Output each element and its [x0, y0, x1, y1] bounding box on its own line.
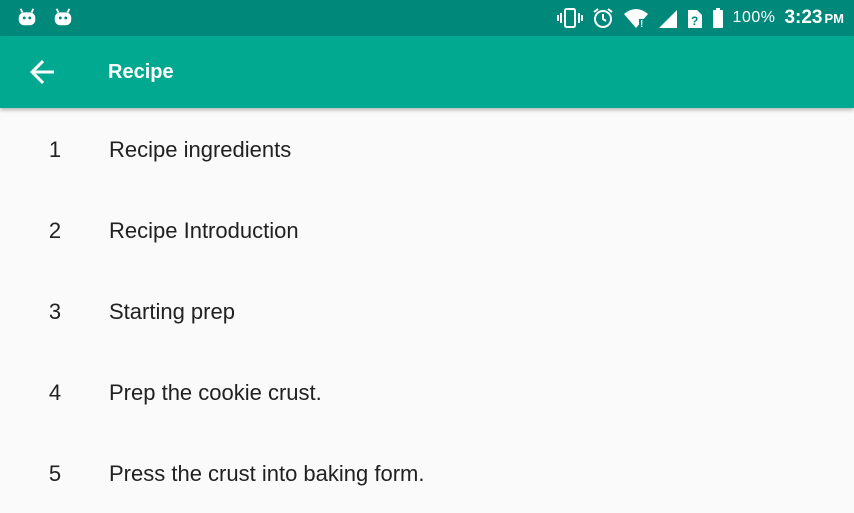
page-title: Recipe	[108, 61, 174, 83]
clock: 3:23 PM	[784, 7, 844, 29]
step-number: 2	[48, 218, 62, 243]
steps-list: 1 Recipe ingredients 2 Recipe Introducti…	[0, 108, 854, 513]
list-item[interactable]: 1 Recipe ingredients	[0, 108, 854, 189]
android-icon	[18, 8, 36, 26]
app-bar: Recipe	[0, 36, 854, 108]
step-number: 1	[48, 137, 62, 162]
step-label: Prep the cookie crust.	[109, 380, 322, 405]
alarm-icon	[592, 8, 613, 28]
list-item[interactable]: 3 Starting prep	[0, 270, 854, 351]
step-number: 5	[48, 461, 62, 486]
list-item[interactable]: 4 Prep the cookie crust.	[0, 351, 854, 432]
system-icons: ! ? 100% 3:23 PM	[556, 0, 844, 36]
wifi-icon: !	[623, 9, 648, 29]
no-sim-icon: ?	[687, 10, 702, 28]
notification-icons	[16, 6, 74, 28]
battery-icon	[712, 8, 723, 28]
list-item[interactable]: 5 Press the crust into baking form.	[0, 432, 854, 513]
svg-text:!: !	[640, 19, 643, 29]
list-item[interactable]: 2 Recipe Introduction	[0, 189, 854, 270]
step-label: Starting prep	[109, 299, 235, 324]
signal-icon	[658, 10, 677, 28]
back-button[interactable]	[24, 54, 60, 90]
vibrate-icon	[556, 8, 583, 28]
step-label: Press the crust into baking form.	[109, 461, 425, 486]
step-number: 4	[48, 380, 62, 405]
clock-time: 3:23	[784, 7, 823, 28]
android-icon	[54, 8, 72, 26]
step-number: 3	[48, 299, 62, 324]
status-bar: ! ? 100% 3:23 PM	[0, 0, 854, 36]
svg-text:?: ?	[691, 14, 698, 28]
arrow-back-icon	[30, 60, 54, 84]
step-label: Recipe Introduction	[109, 218, 299, 243]
clock-ampm: PM	[824, 11, 845, 26]
step-label: Recipe ingredients	[109, 137, 292, 162]
battery-percent: 100%	[732, 9, 776, 26]
